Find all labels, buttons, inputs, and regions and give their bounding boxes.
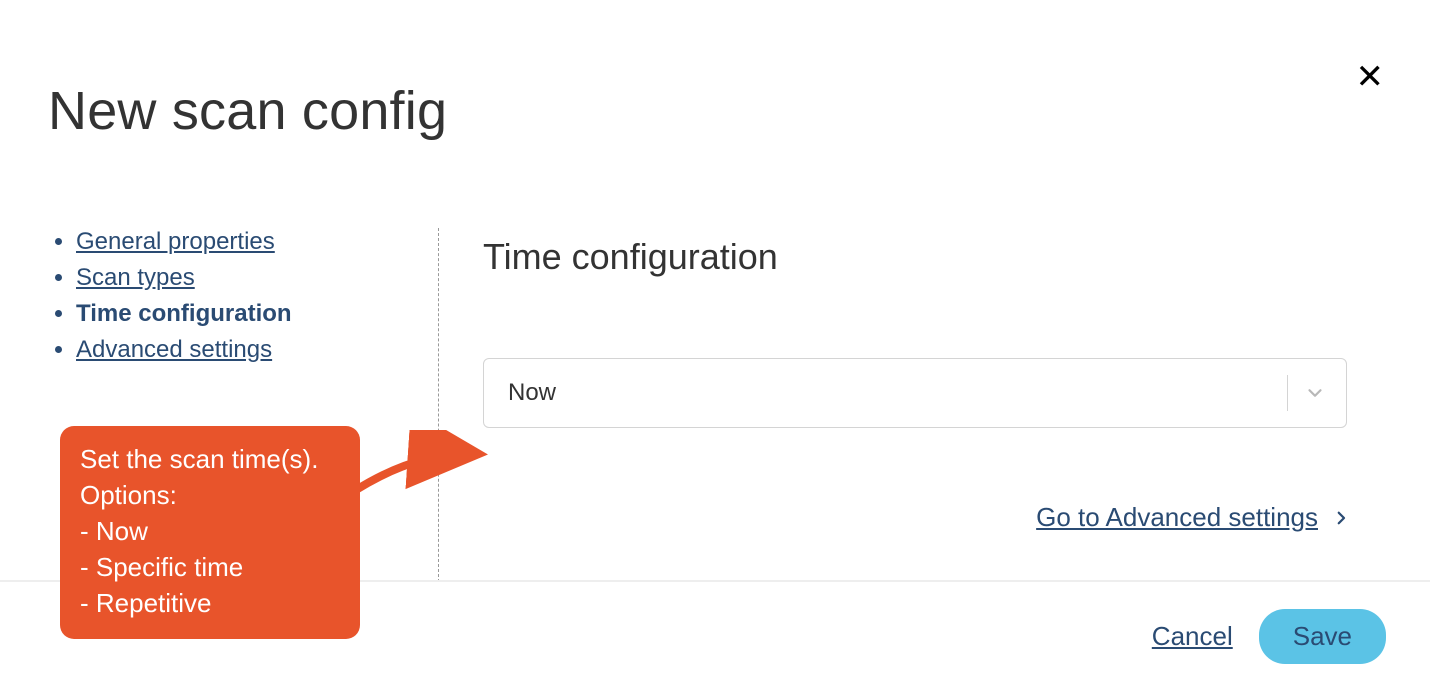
section-title: Time configuration [483, 236, 1382, 278]
nav-link-advanced-settings[interactable]: Advanced settings [76, 336, 272, 363]
advanced-settings-link[interactable]: Go to Advanced settings [1036, 502, 1318, 533]
go-to-advanced-settings[interactable]: Go to Advanced settings [1036, 502, 1350, 533]
select-separator [1287, 375, 1288, 411]
close-button[interactable]: ✕ [1356, 60, 1385, 94]
annotation-callout: Set the scan time(s). Options: - Now - S… [60, 426, 360, 639]
nav-item-advanced-settings[interactable]: Advanced settings [76, 332, 418, 368]
chevron-right-icon [1332, 504, 1350, 532]
page-title: New scan config [48, 80, 447, 142]
time-select-value: Now [508, 379, 556, 407]
nav-item-scan-types[interactable]: Scan types [76, 260, 418, 296]
close-icon: ✕ [1356, 58, 1385, 96]
nav-link-general-properties[interactable]: General properties [76, 228, 275, 255]
chevron-down-icon [1304, 382, 1326, 404]
save-button[interactable]: Save [1259, 609, 1386, 664]
nav-item-time-configuration[interactable]: Time configuration [76, 296, 418, 332]
annotation-text: Set the scan time(s). Options: - Now - S… [80, 444, 318, 618]
time-select[interactable]: Now [483, 358, 1347, 428]
wizard-nav-list: General properties Scan types Time confi… [48, 224, 418, 368]
nav-label-time-configuration: Time configuration [76, 300, 292, 327]
main-panel: Time configuration Now Go to Advanced se… [439, 224, 1382, 582]
nav-item-general-properties[interactable]: General properties [76, 224, 418, 260]
cancel-button[interactable]: Cancel [1152, 621, 1233, 652]
dialog-footer: Cancel Save [1152, 609, 1386, 664]
nav-link-scan-types[interactable]: Scan types [76, 264, 195, 291]
